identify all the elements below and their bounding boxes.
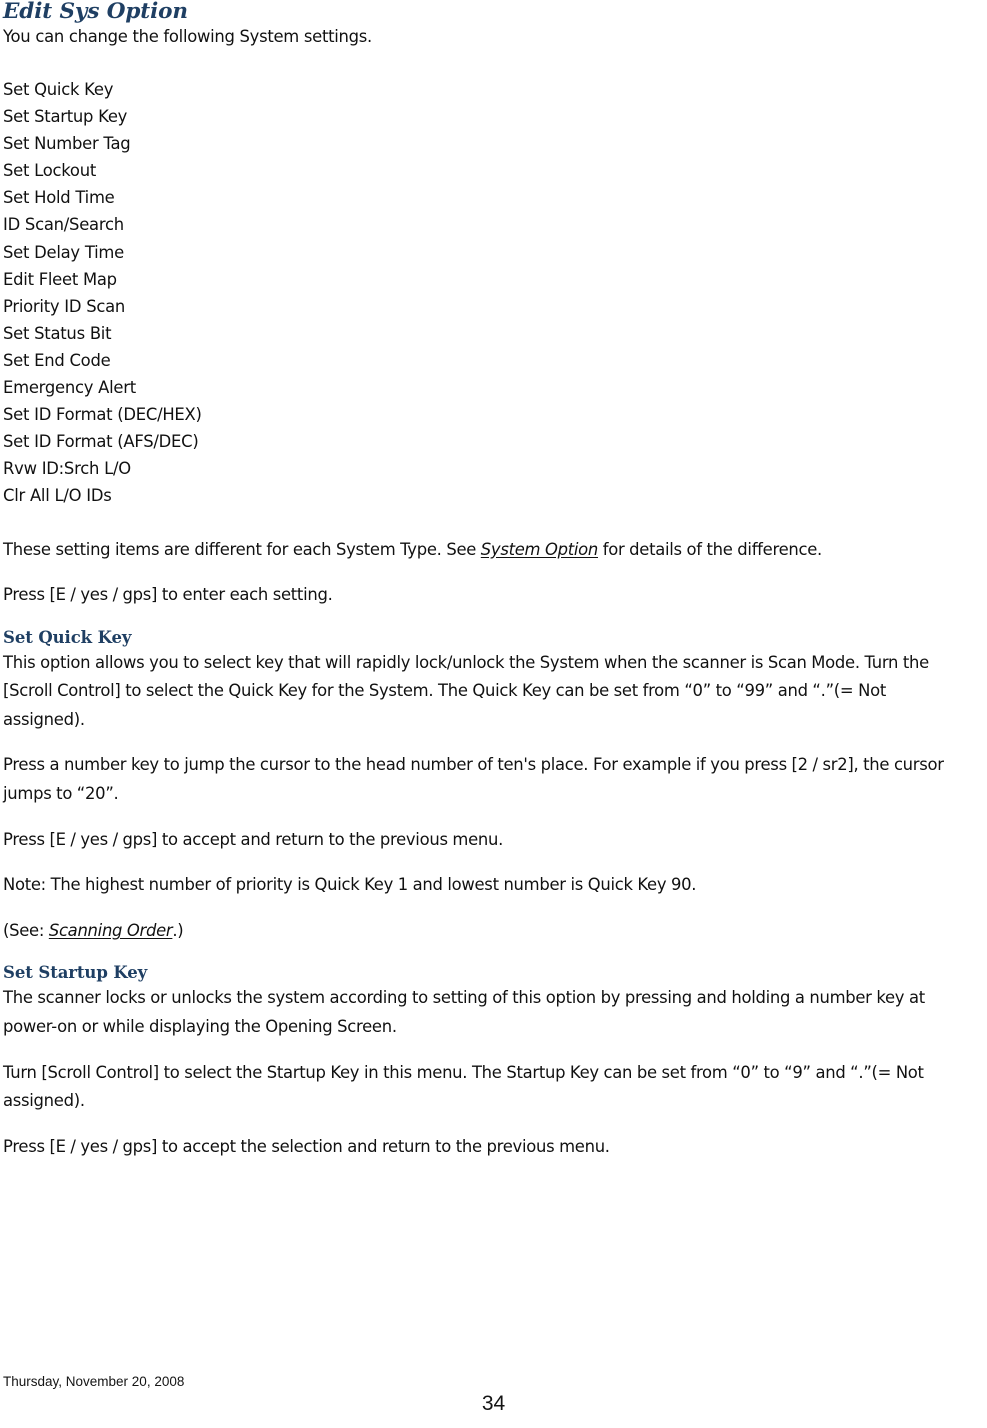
footer-page-number: 34 [481, 1392, 506, 1415]
set-quick-key-paragraph-2: Press a number key to jump the cursor to… [3, 755, 944, 804]
page-title: Edit Sys Option [3, 0, 188, 24]
page-footer: Thursday, November 20, 2008 34 [0, 1374, 987, 1428]
system-type-note-text-after: for details of the difference. [598, 539, 823, 559]
see-also-text-before: (See: [3, 920, 49, 940]
document-page: Edit Sys Option You can change the follo… [0, 0, 987, 1428]
list-item: Set Lockout [3, 161, 97, 181]
list-item: Emergency Alert [3, 378, 136, 398]
list-item: Priority ID Scan [3, 296, 126, 316]
system-type-note: These setting items are different for ea… [3, 536, 971, 565]
list-item: Set Delay Time [3, 242, 124, 262]
link-scanning-order[interactable]: Scanning Order [49, 921, 173, 940]
list-item: Set Startup Key [3, 107, 128, 127]
list-item: Set ID Format (AFS/DEC) [3, 432, 199, 452]
section-heading-set-quick-key: Set Quick Key [3, 627, 132, 647]
set-startup-key-paragraph-2: Turn [Scroll Control] to select the Star… [3, 1062, 924, 1111]
list-item: Edit Fleet Map [3, 269, 117, 289]
set-quick-key-note: Note: The highest number of priority is … [3, 875, 697, 895]
list-item: ID Scan/Search [3, 215, 124, 235]
see-also-scanning-order: (See: Scanning Order.) [3, 917, 971, 946]
list-item: Set ID Format (DEC/HEX) [3, 405, 202, 425]
list-item: Rvw ID:Srch L/O [3, 459, 131, 479]
section-heading-set-startup-key: Set Startup Key [3, 963, 148, 983]
list-item: Set Hold Time [3, 188, 115, 208]
see-also-text-after: .) [172, 920, 184, 940]
list-item: Clr All L/O IDs [3, 486, 112, 506]
set-startup-key-paragraph-3: Press [E / yes / gps] to accept the sele… [3, 1136, 610, 1156]
system-type-note-text-before: These setting items are different for ea… [3, 539, 481, 559]
document-body: Edit Sys Option You can change the follo… [3, 0, 971, 1161]
list-item: Set Quick Key [3, 80, 114, 99]
set-quick-key-paragraph-1: This option allows you to select key tha… [3, 652, 929, 729]
list-item: Set Status Bit [3, 323, 112, 343]
system-option-list: Set Quick Key Set Startup Key Set Number… [3, 76, 971, 510]
blank-line-spacer [3, 510, 971, 536]
list-item: Set Number Tag [3, 134, 131, 154]
intro-paragraph: You can change the following System sett… [3, 27, 372, 46]
footer-date: Thursday, November 20, 2008 [3, 1374, 185, 1389]
set-quick-key-paragraph-3: Press [E / yes / gps] to accept and retu… [3, 829, 504, 849]
blank-line-spacer [3, 50, 971, 76]
enter-setting-paragraph: Press [E / yes / gps] to enter each sett… [3, 585, 333, 605]
list-item: Set End Code [3, 350, 111, 370]
link-system-option[interactable]: System Option [481, 540, 598, 559]
set-startup-key-paragraph-1: The scanner locks or unlocks the system … [3, 988, 925, 1037]
